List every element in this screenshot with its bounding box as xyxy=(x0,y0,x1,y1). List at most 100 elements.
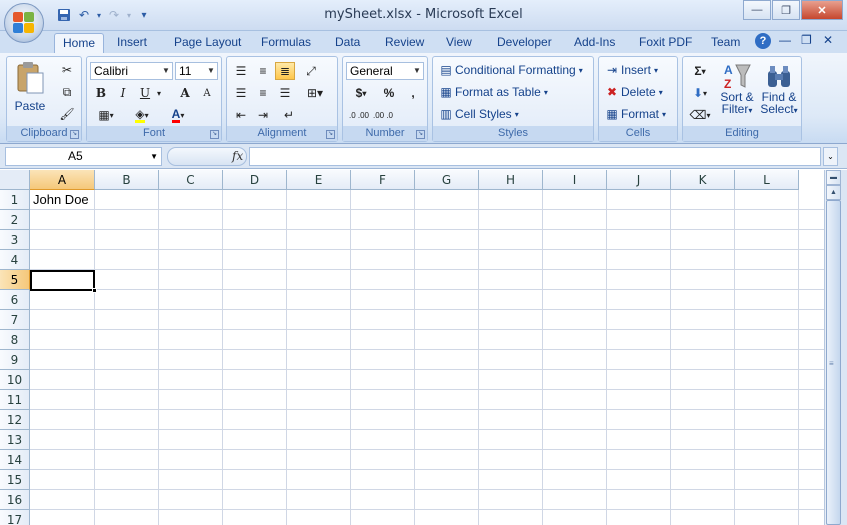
insert-function-button[interactable]: fx xyxy=(232,149,243,163)
name-box[interactable]: A5 ▼ xyxy=(5,147,162,166)
align-bottom-icon[interactable]: ≣ xyxy=(275,62,295,80)
format-painter-icon[interactable]: 🖌 xyxy=(57,105,77,123)
tab-data[interactable]: Data xyxy=(327,33,368,53)
font-launcher-icon[interactable]: ↘ xyxy=(210,130,219,139)
row-header-1[interactable]: 1 xyxy=(0,190,30,210)
delete-cells-button[interactable]: ✖ Delete ▾ xyxy=(603,85,663,99)
ribbon-minimize-icon[interactable]: — xyxy=(779,33,791,47)
vertical-scrollbar[interactable]: ▬ ▲ ≡ xyxy=(824,170,841,525)
row-header-3[interactable]: 3 xyxy=(0,230,30,250)
align-top-icon[interactable]: ☰ xyxy=(231,62,251,80)
column-header-a[interactable]: A xyxy=(30,170,95,190)
minimize-button[interactable]: — xyxy=(743,0,771,20)
help-icon[interactable]: ? xyxy=(755,33,771,49)
split-box-icon[interactable]: ▬ xyxy=(826,170,841,185)
row-header-8[interactable]: 8 xyxy=(0,330,30,350)
column-header-h[interactable]: H xyxy=(479,170,543,190)
tab-home[interactable]: Home xyxy=(54,33,105,53)
currency-button[interactable]: $ ▾ xyxy=(347,84,375,102)
column-header-l[interactable]: L xyxy=(735,170,799,190)
borders-button[interactable]: ▦ ▾ xyxy=(91,106,121,124)
clear-button[interactable]: ⌫ ▾ xyxy=(687,106,713,124)
column-header-c[interactable]: C xyxy=(159,170,223,190)
font-size-combo[interactable]: 11 ▼ xyxy=(175,62,218,80)
clipboard-launcher-icon[interactable]: ↘ xyxy=(70,130,79,139)
paste-button[interactable]: Paste xyxy=(11,61,49,113)
row-header-16[interactable]: 16 xyxy=(0,490,30,510)
percent-button[interactable]: % xyxy=(379,84,399,102)
wrap-text-icon[interactable]: ↵ xyxy=(279,106,299,124)
expand-formula-bar-icon[interactable]: ⌄ xyxy=(823,147,838,166)
column-header-k[interactable]: K xyxy=(671,170,735,190)
restore-button[interactable]: ❐ xyxy=(772,0,800,20)
column-header-i[interactable]: I xyxy=(543,170,607,190)
tab-review[interactable]: Review xyxy=(377,33,432,53)
fill-handle[interactable] xyxy=(92,288,97,293)
insert-cells-button[interactable]: ⇥ Insert ▾ xyxy=(603,63,658,77)
find-select-button[interactable]: Find & Select▾ xyxy=(759,61,799,117)
underline-button[interactable]: U xyxy=(135,84,155,102)
office-button[interactable] xyxy=(4,3,44,43)
row-header-7[interactable]: 7 xyxy=(0,310,30,330)
row-header-12[interactable]: 12 xyxy=(0,410,30,430)
merge-center-icon[interactable]: ⊞▾ xyxy=(301,84,329,102)
column-header-g[interactable]: G xyxy=(415,170,479,190)
row-header-4[interactable]: 4 xyxy=(0,250,30,270)
number-format-combo[interactable]: General ▼ xyxy=(346,62,424,80)
row-header-5[interactable]: 5 xyxy=(0,270,30,290)
grow-font-button[interactable]: A xyxy=(175,84,195,102)
increase-decimal-button[interactable]: .0 .00 xyxy=(347,106,371,124)
row-header-15[interactable]: 15 xyxy=(0,470,30,490)
select-all-corner[interactable] xyxy=(0,170,30,190)
close-button[interactable]: ✕ xyxy=(801,0,843,20)
shrink-font-button[interactable]: A xyxy=(197,84,217,102)
tab-developer[interactable]: Developer xyxy=(489,33,560,53)
cell-a1[interactable]: John Doe xyxy=(33,192,89,207)
column-header-f[interactable]: F xyxy=(351,170,415,190)
number-launcher-icon[interactable]: ↘ xyxy=(416,130,425,139)
tab-page-layout[interactable]: Page Layout xyxy=(166,33,249,53)
worksheet-grid[interactable]: ABCDEFGHIJKL 1 2 3 4 5 6 7 8 9 10 11 12 13 14 15 16 17 J… xyxy=(0,170,824,525)
font-color-button[interactable]: A ▾ xyxy=(163,106,193,124)
row-header-10[interactable]: 10 xyxy=(0,370,30,390)
orientation-icon[interactable]: ⤢ xyxy=(301,62,321,80)
column-header-b[interactable]: B xyxy=(95,170,159,190)
align-right-icon[interactable]: ☰ xyxy=(275,84,295,102)
alignment-launcher-icon[interactable]: ↘ xyxy=(326,130,335,139)
tab-insert[interactable]: Insert xyxy=(109,33,155,53)
row-header-9[interactable]: 9 xyxy=(0,350,30,370)
tab-foxit-pdf[interactable]: Foxit PDF xyxy=(631,33,700,53)
fill-button[interactable]: ⬇ ▾ xyxy=(687,84,713,102)
formula-input[interactable] xyxy=(249,147,821,166)
italic-button[interactable]: I xyxy=(113,84,133,102)
align-left-icon[interactable]: ☰ xyxy=(231,84,251,102)
ribbon-restore-icon[interactable]: ❐ xyxy=(801,33,812,47)
fill-color-button[interactable]: ◈ ▾ xyxy=(127,106,157,124)
increase-indent-icon[interactable]: ⇥ xyxy=(253,106,273,124)
row-header-14[interactable]: 14 xyxy=(0,450,30,470)
cut-icon[interactable]: ✂ xyxy=(57,61,77,79)
format-cells-button[interactable]: ▦ Format ▾ xyxy=(603,107,666,121)
tab-add-ins[interactable]: Add-Ins xyxy=(566,33,623,53)
font-name-combo[interactable]: Calibri ▼ xyxy=(90,62,173,80)
column-header-d[interactable]: D xyxy=(223,170,287,190)
decrease-decimal-button[interactable]: .00 .0 xyxy=(371,106,395,124)
copy-icon[interactable]: ⧉ xyxy=(57,83,77,101)
row-header-2[interactable]: 2 xyxy=(0,210,30,230)
decrease-indent-icon[interactable]: ⇤ xyxy=(231,106,251,124)
conditional-formatting-button[interactable]: ▤ Conditional Formatting ▾ xyxy=(437,63,582,77)
sort-filter-button[interactable]: AZ Sort & Filter▾ xyxy=(717,61,757,117)
ribbon-close-icon[interactable]: ✕ xyxy=(823,33,833,47)
align-middle-icon[interactable]: ≡ xyxy=(253,62,273,80)
row-header-11[interactable]: 11 xyxy=(0,390,30,410)
autosum-button[interactable]: Σ ▾ xyxy=(687,62,713,80)
tab-formulas[interactable]: Formulas xyxy=(253,33,319,53)
scroll-up-arrow-icon[interactable]: ▲ xyxy=(826,185,841,200)
bold-button[interactable]: B xyxy=(91,84,111,102)
row-header-13[interactable]: 13 xyxy=(0,430,30,450)
tab-view[interactable]: View xyxy=(438,33,480,53)
column-header-e[interactable]: E xyxy=(287,170,351,190)
underline-dropdown-icon[interactable]: ▾ xyxy=(155,84,163,102)
row-header-17[interactable]: 17 xyxy=(0,510,30,525)
comma-button[interactable]: , xyxy=(403,84,423,102)
